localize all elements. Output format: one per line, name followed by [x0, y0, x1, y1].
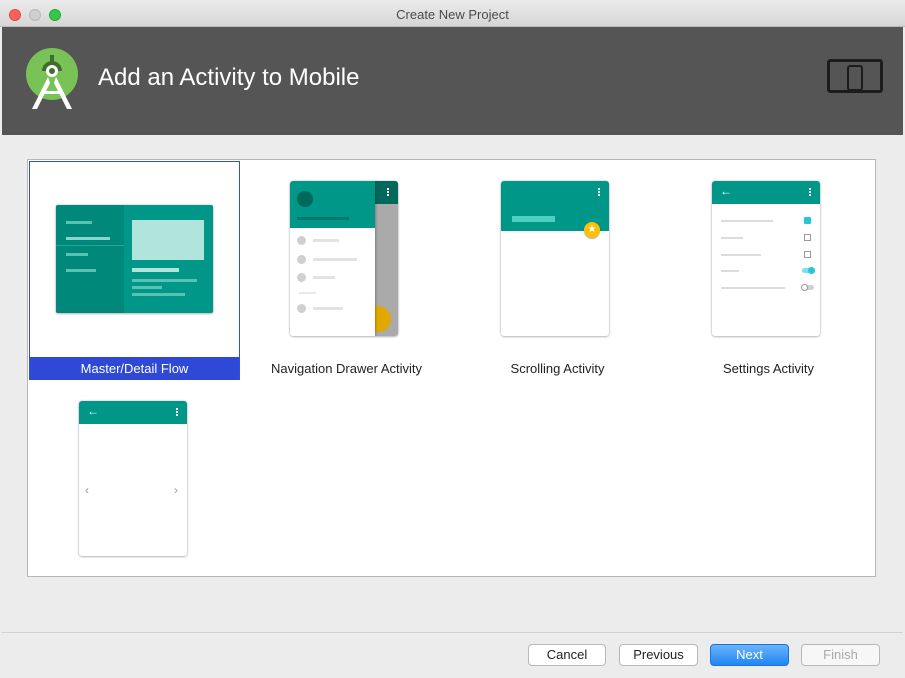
activity-tile-master-detail[interactable]: Master/Detail Flow: [29, 161, 240, 380]
star-fab-icon: ★: [584, 222, 600, 238]
wizard-header: Add an Activity to Mobile: [2, 27, 903, 135]
next-button[interactable]: Next: [710, 644, 789, 666]
activity-tile-scrolling[interactable]: Scrolling Activity: [452, 161, 663, 380]
activity-label: Navigation Drawer Activity: [271, 361, 422, 376]
chevron-left-icon: ‹: [85, 483, 89, 497]
android-studio-icon: [26, 48, 78, 109]
activity-label: Settings Activity: [722, 361, 815, 376]
activity-tile-navigation-drawer[interactable]: Navigation Drawer Activity: [241, 161, 452, 380]
navigation-drawer-thumbnail: [290, 181, 398, 336]
footer-divider: [2, 632, 903, 633]
chevron-right-icon: ›: [174, 483, 178, 497]
activity-gallery: Master/Detail Flow Navigation Drawer Act…: [27, 159, 876, 577]
activity-label: Scrolling Activity: [510, 361, 605, 376]
window-title: Create New Project: [396, 7, 509, 22]
activity-tile-settings[interactable]: ← Settings Activity: [663, 161, 874, 380]
activity-label: Master/Detail Flow: [30, 357, 239, 380]
settings-thumbnail: ←: [712, 181, 820, 336]
scrolling-thumbnail: [501, 181, 609, 336]
tabbed-thumbnail: ← ‹ ›: [79, 401, 187, 556]
activity-tile-tabbed[interactable]: ← ‹ ›: [29, 381, 240, 571]
window-titlebar: Create New Project: [0, 0, 905, 27]
previous-button[interactable]: Previous: [619, 644, 698, 666]
cancel-button[interactable]: Cancel: [528, 644, 606, 666]
master-detail-thumbnail: [56, 205, 213, 313]
phone-tablet-icon: [827, 59, 883, 93]
finish-button[interactable]: Finish: [801, 644, 880, 666]
page-title: Add an Activity to Mobile: [98, 64, 360, 91]
